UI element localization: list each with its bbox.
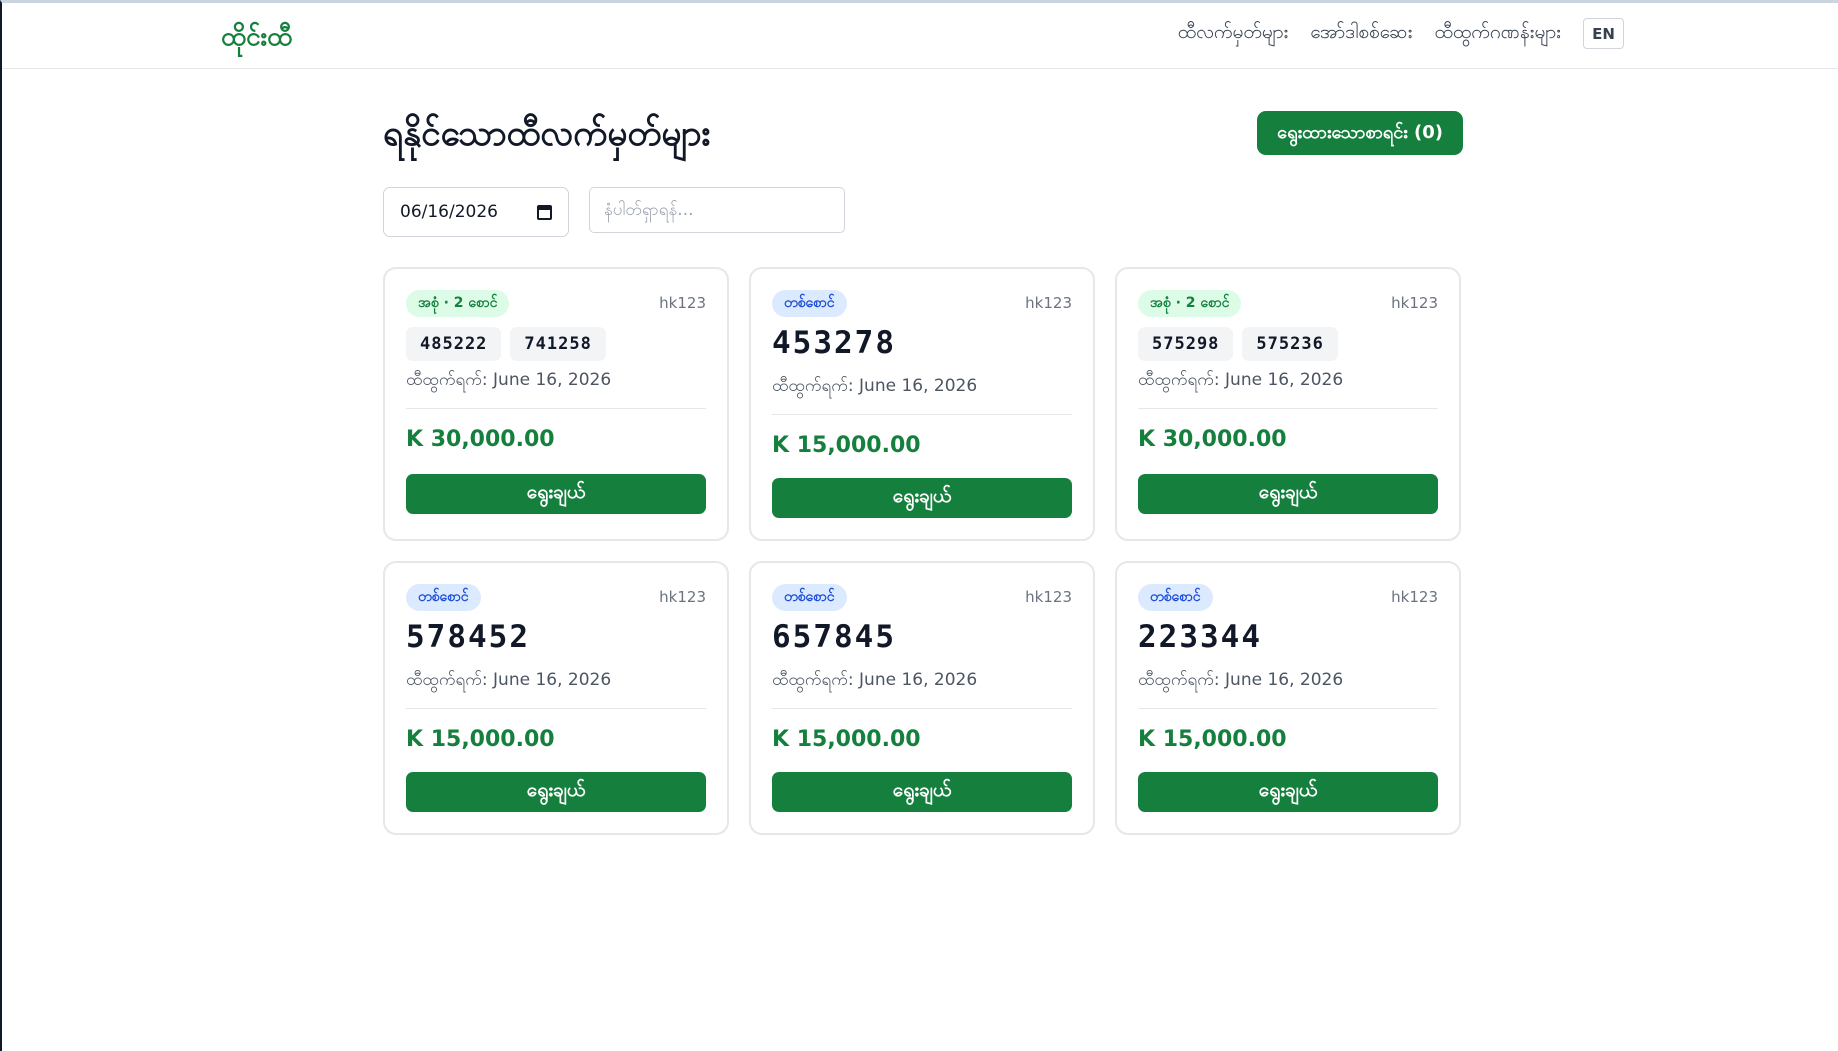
ticket-code: hk123 [659, 588, 706, 606]
ticket-card: တစ်စောင် hk123 657845 ထီထွက်ရက်: June 16… [749, 561, 1095, 835]
selected-list-button[interactable]: ရွေးထားသောစာရင်း (0) [1257, 111, 1463, 155]
ticket-number: 657845 [772, 619, 896, 655]
ticket-price: K 15,000.00 [1138, 727, 1287, 752]
select-ticket-button[interactable]: ရွေးချယ် [772, 478, 1072, 518]
draw-date: ထီထွက်ရက်: June 16, 2026 [406, 370, 612, 390]
select-ticket-button[interactable]: ရွေးချယ် [1138, 772, 1438, 812]
ticket-number-chip: 741258 [510, 327, 606, 361]
ticket-number: 453278 [772, 325, 896, 361]
ticket-price: K 15,000.00 [406, 727, 555, 752]
draw-date: ထီထွက်ရက်: June 16, 2026 [1138, 670, 1344, 690]
ticket-type-badge: အစုံ · 2 စောင် [406, 289, 510, 317]
select-ticket-button[interactable]: ရွေးချယ် [772, 772, 1072, 812]
ticket-type-badge: တစ်စောင် [772, 583, 847, 611]
draw-date: ထီထွက်ရက်: June 16, 2026 [406, 670, 612, 690]
ticket-type-badge: တစ်စောင် [406, 583, 481, 611]
ticket-code: hk123 [1025, 294, 1072, 312]
ticket-price: K 15,000.00 [772, 433, 921, 458]
ticket-card: တစ်စောင် hk123 578452 ထီထွက်ရက်: June 16… [383, 561, 729, 835]
select-ticket-button[interactable]: ရွေးချယ် [1138, 474, 1438, 514]
select-ticket-button[interactable]: ရွေးချယ် [406, 772, 706, 812]
ticket-card: တစ်စောင် hk123 223344 ထီထွက်ရက်: June 16… [1115, 561, 1461, 835]
divider [406, 408, 706, 409]
divider [1138, 708, 1438, 709]
ticket-card: အစုံ · 2 စောင် hk123 575298 575236 ထီထွက… [1115, 267, 1461, 541]
ticket-type-badge: အစုံ · 2 စောင် [1138, 289, 1242, 317]
divider [406, 708, 706, 709]
divider [772, 708, 1072, 709]
ticket-number: 578452 [406, 619, 530, 655]
ticket-card: တစ်စောင် hk123 453278 ထီထွက်ရက်: June 16… [749, 267, 1095, 541]
ticket-number-chip: 575236 [1242, 327, 1338, 361]
ticket-price: K 30,000.00 [1138, 427, 1287, 452]
brand-logo[interactable]: ထိုင်းထီ [221, 19, 292, 58]
divider [1138, 408, 1438, 409]
ticket-grid: အစုံ · 2 စောင် hk123 485222 741258 ထီထွက… [383, 267, 1461, 835]
ticket-price: K 30,000.00 [406, 427, 555, 452]
ticket-code: hk123 [659, 294, 706, 312]
ticket-numbers: 485222 741258 [406, 327, 706, 363]
draw-date: ထီထွက်ရက်: June 16, 2026 [772, 670, 978, 690]
calendar-icon[interactable] [537, 204, 552, 220]
page-title: ရနိုင်သောထီလက်မှတ်များ [383, 114, 711, 154]
draw-date: ထီထွက်ရက်: June 16, 2026 [1138, 370, 1344, 390]
select-ticket-button[interactable]: ရွေးချယ် [406, 474, 706, 514]
ticket-code: hk123 [1025, 588, 1072, 606]
ticket-type-badge: တစ်စောင် [772, 289, 847, 317]
ticket-number-chip: 575298 [1138, 327, 1234, 361]
nav-tickets[interactable]: ထီလက်မှတ်များ [1178, 20, 1289, 48]
ticket-price: K 15,000.00 [772, 727, 921, 752]
language-toggle-button[interactable]: EN [1583, 18, 1624, 49]
ticket-code: hk123 [1391, 588, 1438, 606]
filter-bar: 06/16/2026 [383, 187, 845, 237]
nav-order-check[interactable]: အော်ဒါစစ်ဆေး [1310, 20, 1412, 48]
draw-date-input[interactable]: 06/16/2026 [383, 187, 569, 237]
date-value: 06/16/2026 [400, 202, 498, 222]
number-search-input[interactable] [589, 187, 845, 233]
ticket-numbers: 575298 575236 [1138, 327, 1438, 363]
ticket-card: အစုံ · 2 စောင် hk123 485222 741258 ထီထွက… [383, 267, 729, 541]
main-nav: ထီလက်မှတ်များ အော်ဒါစစ်ဆေး ထီထွက်ဂဏန်းမျ… [1178, 18, 1624, 49]
nav-results[interactable]: ထီထွက်ဂဏန်းများ [1435, 20, 1562, 48]
ticket-number: 223344 [1138, 619, 1262, 655]
ticket-number-chip: 485222 [406, 327, 502, 361]
ticket-type-badge: တစ်စောင် [1138, 583, 1213, 611]
divider [772, 414, 1072, 415]
draw-date: ထီထွက်ရက်: June 16, 2026 [772, 376, 978, 396]
top-navbar: ထိုင်းထီ ထီလက်မှတ်များ အော်ဒါစစ်ဆေး ထီထွ… [2, 3, 1838, 69]
ticket-code: hk123 [1391, 294, 1438, 312]
